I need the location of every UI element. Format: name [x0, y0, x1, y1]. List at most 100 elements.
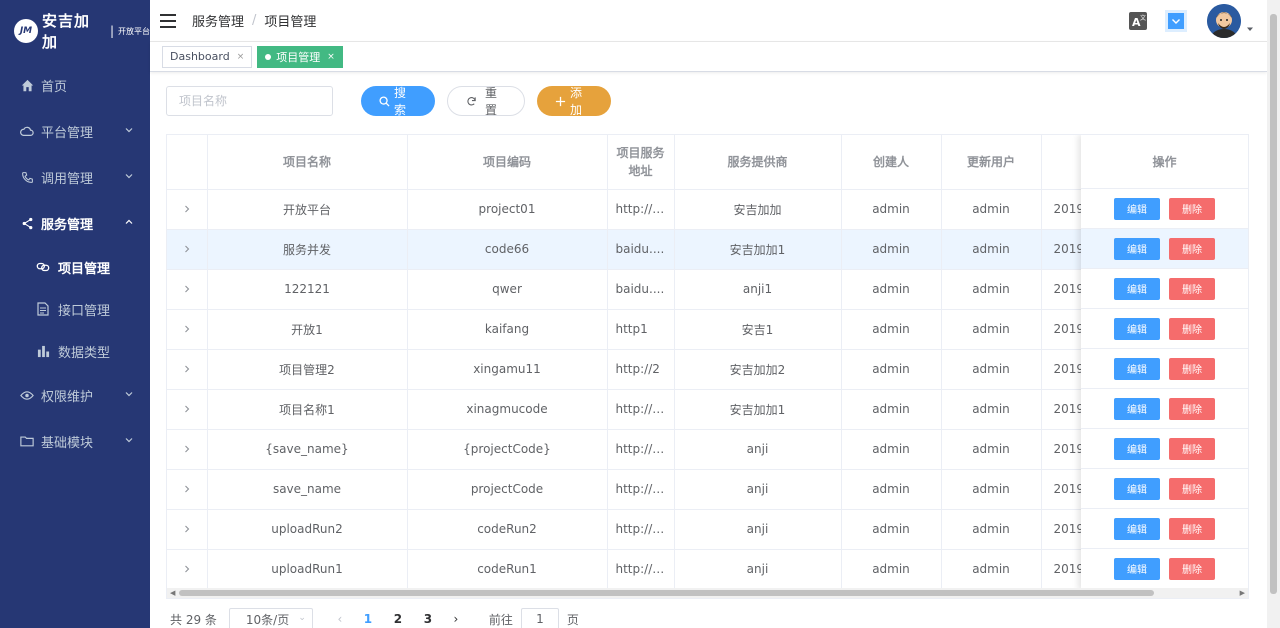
expand-cell[interactable] [167, 509, 208, 550]
expand-cell[interactable] [167, 349, 208, 390]
add-button[interactable]: 添加 [537, 86, 611, 117]
expand-cell[interactable] [167, 429, 208, 470]
delete-button[interactable]: 删除 [1169, 317, 1215, 340]
edit-button[interactable]: 编辑 [1114, 437, 1160, 460]
chevron-right-icon[interactable] [183, 485, 191, 493]
sidebar-item-basic[interactable]: 基础模块 [0, 418, 150, 464]
delete-button[interactable]: 删除 [1169, 437, 1215, 460]
size-select-icon[interactable] [1165, 10, 1187, 32]
goto-page-input[interactable]: 1 [520, 608, 559, 628]
caret-down-icon[interactable] [1247, 26, 1253, 32]
cell-name: 122121 [207, 269, 408, 310]
cell-creator: admin [841, 309, 942, 350]
sidebar-item-platform[interactable]: 平台管理 [0, 108, 150, 154]
edit-button[interactable]: 编辑 [1114, 317, 1160, 340]
chevron-right-icon[interactable] [183, 365, 191, 373]
project-name-input[interactable] [166, 86, 333, 116]
edit-button[interactable]: 编辑 [1114, 397, 1160, 420]
column-header[interactable]: 项目编码 [407, 135, 608, 190]
chevron-right-icon[interactable] [183, 205, 191, 213]
page-size-select[interactable]: 10条/页 ⌄ [228, 608, 313, 628]
page-number[interactable]: 3 [413, 612, 443, 626]
tag-project-management[interactable]: 项目管理 × [257, 45, 343, 68]
scrollbar-thumb[interactable] [179, 590, 1154, 596]
chevron-right-icon[interactable] [183, 445, 191, 453]
scroll-right-arrow-icon[interactable]: ▶ [1240, 589, 1245, 597]
sidebar-item-home[interactable]: 首页 [0, 62, 150, 108]
sidebar-item-permission[interactable]: 权限维护 [0, 372, 150, 418]
next-page-button[interactable]: › [443, 612, 469, 626]
horizontal-scrollbar[interactable]: ◀ ▶ [167, 588, 1248, 598]
edit-button[interactable]: 编辑 [1114, 197, 1160, 220]
sidebar-subitem-api[interactable]: 接口管理 [0, 288, 150, 330]
expand-cell[interactable] [167, 189, 208, 230]
cell-creator: admin [841, 229, 942, 270]
column-header[interactable]: 服务提供商 [674, 135, 842, 190]
sidebar-subitem-datatype[interactable]: 数据类型 [0, 330, 150, 372]
sidebar-item-label: 平台管理 [41, 125, 94, 141]
delete-button[interactable]: 删除 [1169, 477, 1215, 500]
chevron-right-icon[interactable] [183, 245, 191, 253]
page-number[interactable]: 2 [383, 612, 413, 626]
navbar: 服务管理 / 项目管理 A 文 [150, 0, 1267, 42]
chevron-right-icon[interactable] [183, 565, 191, 573]
column-header[interactable]: 项目服务 地址 [607, 135, 675, 190]
column-header[interactable]: 项目名称 [207, 135, 408, 190]
edit-button[interactable]: 编辑 [1114, 277, 1160, 300]
edit-button[interactable]: 编辑 [1114, 477, 1160, 500]
expand-cell[interactable] [167, 469, 208, 510]
tag-dashboard[interactable]: Dashboard × [162, 45, 253, 68]
delete-button[interactable]: 删除 [1169, 357, 1215, 380]
cell-code: kaifang [407, 309, 608, 350]
cell-creator: admin [841, 389, 942, 430]
expand-cell[interactable] [167, 229, 208, 270]
edit-button[interactable]: 编辑 [1114, 237, 1160, 260]
expand-cell[interactable] [167, 389, 208, 430]
edit-button[interactable]: 编辑 [1114, 357, 1160, 380]
scrollbar-thumb[interactable] [1270, 14, 1277, 594]
chevron-right-icon[interactable] [183, 285, 191, 293]
sidebar-subitem-label: 项目管理 [58, 261, 111, 277]
cell-provider: anji [674, 469, 842, 510]
sidebar-item-invoke[interactable]: 调用管理 [0, 154, 150, 200]
search-button[interactable]: 搜索 [361, 86, 435, 117]
sidebar-item-service[interactable]: 服务管理 [0, 200, 150, 246]
delete-button[interactable]: 删除 [1169, 237, 1215, 260]
chevron-right-icon[interactable] [183, 525, 191, 533]
prev-page-button[interactable]: ‹ [327, 612, 353, 626]
page-vertical-scrollbar[interactable] [1267, 0, 1280, 628]
chevron-right-icon[interactable] [183, 325, 191, 333]
actions-row: 编辑 删除 [1081, 309, 1248, 349]
scroll-left-arrow-icon[interactable]: ◀ [170, 589, 175, 597]
logo[interactable]: JM 安吉加加 | 开放平台 [0, 0, 150, 62]
cloud-icon [20, 124, 34, 138]
column-header[interactable]: 创建人 [841, 135, 942, 190]
delete-button[interactable]: 删除 [1169, 517, 1215, 540]
search-button-label: 搜索 [394, 86, 407, 117]
cell-creator: admin [841, 549, 942, 590]
expand-cell[interactable] [167, 269, 208, 310]
edit-button[interactable]: 编辑 [1114, 557, 1160, 580]
delete-button[interactable]: 删除 [1169, 557, 1215, 580]
chevron-right-icon[interactable] [183, 405, 191, 413]
translate-icon[interactable]: A 文 [1129, 12, 1147, 30]
sidebar-subitem-project[interactable]: 项目管理 [0, 246, 150, 288]
delete-button[interactable]: 删除 [1169, 397, 1215, 420]
expand-cell[interactable] [167, 309, 208, 350]
close-icon[interactable]: × [327, 52, 335, 62]
expand-cell[interactable] [167, 549, 208, 590]
delete-button[interactable]: 删除 [1169, 197, 1215, 220]
navbar-right: A 文 [1129, 4, 1253, 38]
page-number[interactable]: 1 [353, 612, 383, 626]
close-icon[interactable]: × [237, 52, 245, 62]
reset-button[interactable]: 重置 [447, 86, 525, 117]
cell-addr: http1 [607, 309, 675, 350]
hamburger-icon[interactable] [160, 13, 176, 28]
edit-button[interactable]: 编辑 [1114, 517, 1160, 540]
breadcrumb-parent[interactable]: 服务管理 [192, 11, 244, 30]
column-header[interactable]: 更新用户 [941, 135, 1042, 190]
cell-updater: admin [941, 429, 1042, 470]
main-content: 服务管理 / 项目管理 A 文 Dashboard × 项目管理 × 项目名称 … [150, 0, 1267, 628]
delete-button[interactable]: 删除 [1169, 277, 1215, 300]
avatar[interactable] [1207, 4, 1241, 38]
